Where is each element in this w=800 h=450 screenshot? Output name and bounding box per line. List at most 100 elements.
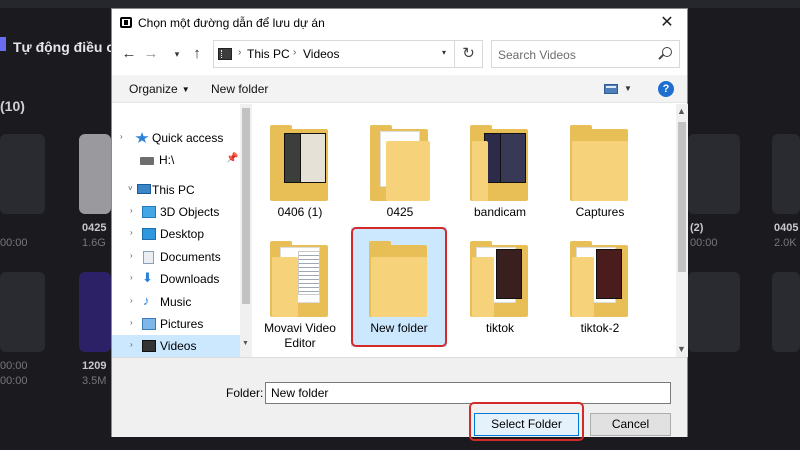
chevron-right-icon[interactable]: › [130, 273, 133, 282]
cancel-button[interactable]: Cancel [590, 413, 671, 436]
background-item-label: 1209 [82, 360, 107, 372]
folder-item-selected[interactable]: New folder [351, 227, 447, 347]
scrollbar-thumb[interactable] [678, 122, 686, 272]
folder-item[interactable]: tiktok [452, 227, 548, 347]
nav-item-h-drive[interactable]: H:\ 📌 [112, 149, 240, 171]
chevron-down-icon[interactable]: ˅ [128, 184, 133, 193]
highlight-frame [469, 402, 584, 441]
scroll-down-icon[interactable]: ▼ [242, 340, 249, 347]
folder-item[interactable]: Captures [552, 111, 648, 231]
view-options-icon[interactable] [604, 84, 618, 94]
nav-item-desktop[interactable]: › Desktop [112, 223, 240, 245]
chevron-down-icon: ▼ [181, 85, 190, 95]
up-button[interactable]: ↑ [188, 43, 206, 65]
nav-item-videos[interactable]: › Videos [112, 335, 240, 357]
background-thumbnail[interactable] [79, 134, 111, 214]
nav-label: Videos [160, 339, 197, 353]
pin-icon[interactable]: 📌 [226, 153, 238, 164]
chevron-right-icon[interactable]: › [130, 340, 133, 349]
nav-item-3d-objects[interactable]: › 3D Objects [112, 201, 240, 223]
chevron-right-icon[interactable]: › [130, 206, 133, 215]
background-top-bar [0, 0, 800, 8]
background-item-label: 0425 [82, 222, 107, 234]
drive-icon [140, 157, 154, 165]
nav-item-documents[interactable]: › Documents [112, 246, 240, 268]
pictures-icon [142, 318, 156, 330]
folder-item[interactable]: 0425 [352, 111, 448, 231]
search-input[interactable]: Search Videos [491, 40, 680, 68]
scroll-up-icon[interactable]: ▲ [677, 106, 686, 116]
document-icon [143, 251, 154, 264]
nav-label: Downloads [160, 272, 220, 286]
address-history-dropdown[interactable]: ▾ [442, 48, 446, 57]
folder-item[interactable]: 0406 (1) [252, 111, 348, 231]
folder-name: tiktok-2 [580, 321, 620, 335]
background-item-duration: 00:00 [0, 375, 28, 387]
folder-item[interactable]: bandicam [452, 111, 548, 231]
chevron-right-icon[interactable]: › [130, 296, 133, 305]
close-button[interactable]: ✕ [657, 13, 677, 33]
folder-field-label: Folder: [226, 386, 264, 400]
chevron-right-icon[interactable]: › [120, 132, 123, 141]
file-list: 0406 (1) 0425 bandicam Captures Movavi V… [252, 104, 676, 357]
folder-name: tiktok [485, 321, 514, 335]
scroll-down-icon[interactable]: ▼ [677, 344, 686, 354]
folder-name: Movavi Video Editor [264, 321, 336, 350]
dialog-titlebar[interactable]: Chọn một đường dẫn để lưu dự án ✕ [112, 9, 687, 37]
breadcrumb-this-pc[interactable]: This PC [247, 47, 290, 61]
back-button[interactable]: ← [120, 43, 138, 65]
background-item-duration: 00:00 [690, 237, 718, 249]
refresh-icon: ↻ [462, 45, 475, 62]
arrow-up-icon: ↑ [193, 45, 201, 62]
chevron-right-icon[interactable]: › [130, 228, 133, 237]
background-thumbnail[interactable] [0, 134, 45, 214]
background-thumbnail[interactable] [0, 272, 45, 352]
nav-item-music[interactable]: › ♪ Music [112, 291, 240, 313]
arrow-left-icon: ← [121, 45, 137, 62]
background-feature-icon [0, 37, 6, 51]
app-icon [120, 17, 132, 28]
desktop-icon [142, 228, 156, 240]
folder-item[interactable]: Movavi Video Editor [252, 227, 348, 350]
chevron-right-icon[interactable]: › [130, 318, 133, 327]
background-item-duration: 00:00 [0, 237, 28, 249]
nav-item-downloads[interactable]: › ⬇ Downloads [112, 268, 240, 290]
background-item-size: 2.0K [774, 237, 797, 249]
background-thumbnail[interactable] [772, 272, 800, 352]
nav-label: This PC [152, 183, 195, 197]
background-thumbnail[interactable] [688, 272, 740, 352]
address-bar[interactable]: › This PC › Videos ▾ [213, 40, 483, 68]
video-icon [142, 340, 156, 352]
forward-button[interactable]: → [142, 43, 160, 65]
file-list-scrollbar[interactable]: ▲ ▼ [676, 104, 688, 357]
background-thumbnail[interactable] [688, 134, 740, 214]
folder-icon [470, 241, 532, 317]
breadcrumb-videos[interactable]: Videos [303, 47, 339, 61]
cube-icon [142, 206, 156, 218]
refresh-button[interactable]: ↻ [454, 40, 483, 68]
chevron-down-icon[interactable]: ▼ [624, 84, 632, 93]
chevron-right-icon[interactable]: › [130, 251, 133, 260]
help-icon[interactable]: ? [658, 81, 674, 97]
background-thumbnail[interactable] [79, 272, 111, 352]
folder-icon [270, 125, 332, 201]
nav-item-pictures[interactable]: › Pictures [112, 313, 240, 335]
folder-name: 0406 (1) [277, 205, 323, 219]
video-folder-icon [218, 48, 232, 60]
organize-button[interactable]: Organize ▼ [129, 82, 190, 96]
star-icon [135, 132, 149, 143]
background-thumbnail[interactable] [772, 134, 800, 214]
recent-locations-button[interactable]: ▾ [168, 43, 186, 65]
new-folder-button[interactable]: New folder [211, 82, 268, 96]
navigation-scrollbar[interactable]: ▼ [240, 104, 252, 357]
folder-name-field[interactable] [265, 382, 671, 404]
dialog-footer: Folder: Select Folder Cancel [112, 357, 687, 441]
folder-icon [270, 241, 332, 317]
folder-item[interactable]: tiktok-2 [552, 227, 648, 347]
scrollbar-thumb[interactable] [242, 108, 250, 304]
music-icon: ♪ [143, 293, 150, 308]
dialog-title: Chọn một đường dẫn để lưu dự án [138, 16, 325, 30]
nav-item-quick-access[interactable]: › Quick access [112, 127, 240, 149]
nav-item-this-pc[interactable]: ˅ This PC [112, 179, 240, 201]
folder-picker-dialog: Chọn một đường dẫn để lưu dự án ✕ ← → ▾ … [111, 8, 688, 441]
